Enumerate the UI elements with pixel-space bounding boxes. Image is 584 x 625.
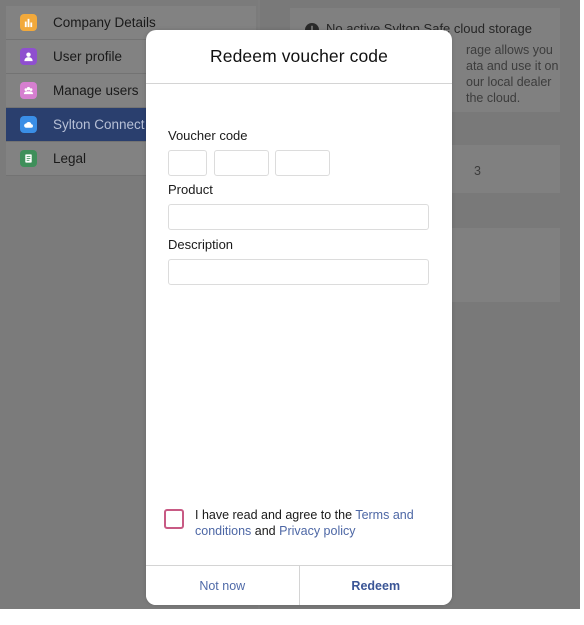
dialog-footer: Not now Redeem	[146, 565, 452, 605]
storage-line: the cloud.	[466, 91, 521, 105]
sidebar-item-label: Company Details	[53, 15, 156, 30]
users-icon	[20, 82, 37, 99]
cloud-icon	[20, 116, 37, 133]
agree-and: and	[251, 524, 280, 538]
redeem-button[interactable]: Redeem	[299, 566, 452, 605]
sidebar-item-label: Legal	[53, 151, 87, 166]
agree-text: I have read and agree to the Terms and c…	[195, 507, 440, 539]
description-field[interactable]	[168, 259, 429, 285]
agree-prefix: I have read and agree to the	[195, 508, 356, 522]
document-icon	[20, 150, 37, 167]
dialog-title: Redeem voucher code	[210, 46, 388, 66]
storage-line: rage allows you	[466, 43, 553, 57]
sidebar-item-label: User profile	[53, 49, 123, 64]
terms-agreement-row: I have read and agree to the Terms and c…	[164, 507, 434, 543]
not-now-button[interactable]: Not now	[146, 566, 300, 605]
sidebar-item-label: Sylton Connect	[53, 117, 145, 132]
storage-line: our local dealer	[466, 75, 552, 89]
product-field[interactable]	[168, 204, 429, 230]
user-icon	[20, 48, 37, 65]
sidebar-item-label: Manage users	[53, 83, 139, 98]
privacy-link[interactable]: Privacy policy	[279, 524, 355, 538]
voucher-code-label: Voucher code	[168, 128, 248, 143]
product-label: Product	[168, 182, 213, 197]
info-glyph: 3	[474, 164, 481, 178]
bottom-strip	[0, 609, 584, 625]
redeem-voucher-dialog: Redeem voucher code Voucher code Product…	[146, 30, 452, 605]
voucher-code-segment-3[interactable]	[275, 150, 330, 176]
building-icon	[20, 14, 37, 31]
agree-checkbox[interactable]	[164, 509, 184, 529]
description-label: Description	[168, 237, 234, 252]
dialog-header: Redeem voucher code	[146, 30, 452, 84]
voucher-code-segment-1[interactable]	[168, 150, 207, 176]
voucher-code-segment-2[interactable]	[214, 150, 269, 176]
storage-line: ata and use it on	[466, 59, 559, 73]
right-edge	[580, 0, 584, 625]
